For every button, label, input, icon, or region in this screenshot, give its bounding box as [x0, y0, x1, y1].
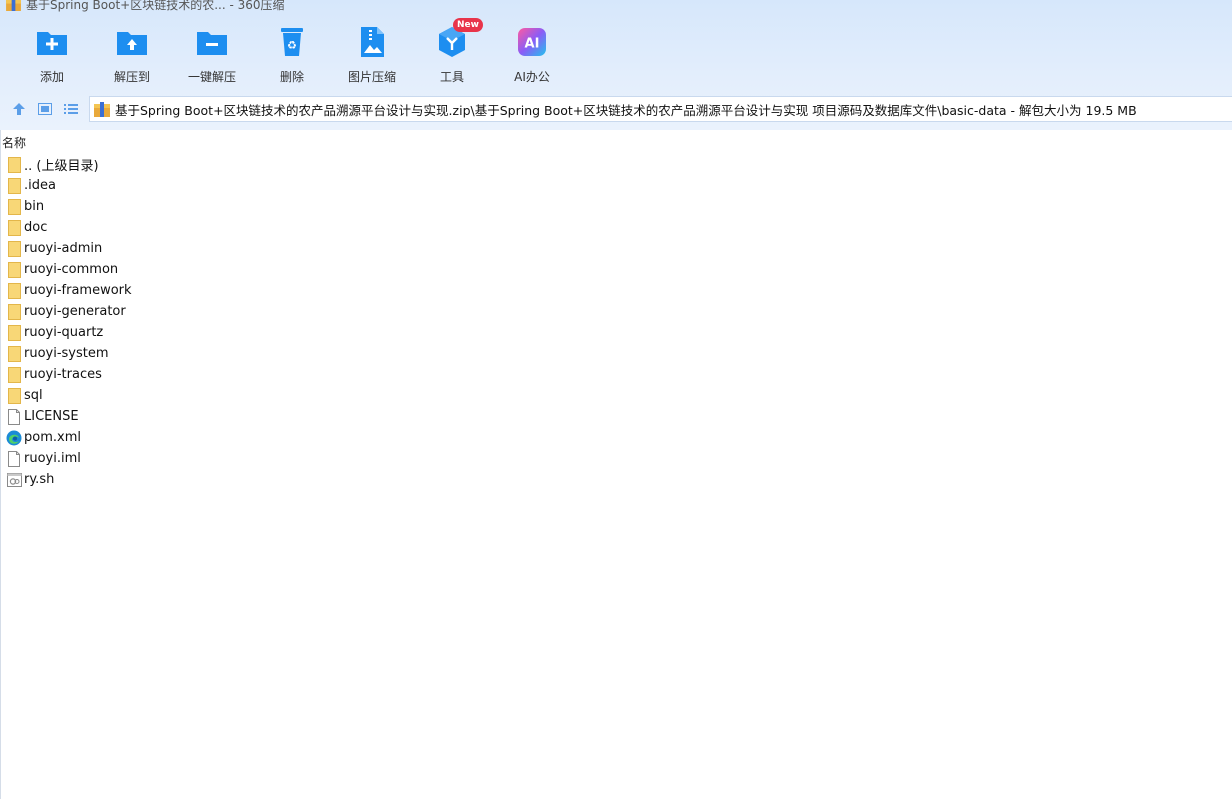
- list-item[interactable]: sql: [1, 385, 132, 406]
- list-item[interactable]: ry.sh: [1, 469, 132, 490]
- image-compress-button[interactable]: 图片压缩: [332, 24, 412, 85]
- folder-icon: [6, 366, 22, 383]
- address-path: 基于Spring Boot+区块链技术的农产品溯源平台设计与实现.zip\基于S…: [115, 102, 1137, 118]
- address-bar[interactable]: 基于Spring Boot+区块链技术的农产品溯源平台设计与实现.zip\基于S…: [89, 96, 1232, 122]
- ai-icon-text: AI: [525, 37, 540, 52]
- folder-icon: [6, 387, 22, 404]
- file-name: ry.sh: [24, 472, 55, 487]
- list-item[interactable]: ruoyi-generator: [1, 301, 132, 322]
- extract-to-icon: [114, 24, 150, 60]
- list-item[interactable]: ruoyi-admin: [1, 238, 132, 259]
- file-name: doc: [24, 220, 48, 235]
- toolbar: 添加 解压到 一键解压 ♻ 删除 图片压缩 New 工具 AI AI办公: [12, 18, 572, 85]
- list-view-button[interactable]: [60, 98, 82, 120]
- file-name: ruoyi-system: [24, 346, 109, 361]
- file-name: ruoyi-admin: [24, 241, 103, 256]
- tools-icon: New: [434, 18, 483, 60]
- list-item[interactable]: .idea: [1, 175, 132, 196]
- arrow-up-icon: [13, 103, 25, 115]
- file-name: bin: [24, 199, 45, 214]
- file-name: .idea: [24, 178, 56, 193]
- ai-office-button[interactable]: AI AI办公: [492, 24, 572, 85]
- title-bar: 基于Spring Boot+区块链技术的农... - 360压缩: [6, 0, 285, 13]
- file-name: ruoyi-quartz: [24, 325, 104, 340]
- folder-icon: [6, 156, 22, 173]
- svg-text:♻: ♻: [287, 39, 297, 52]
- folder-icon: [6, 261, 22, 278]
- one-click-extract-icon: [194, 24, 230, 60]
- file-name: ruoyi-traces: [24, 367, 102, 382]
- list-item[interactable]: bin: [1, 196, 132, 217]
- list-view-icon: [64, 104, 78, 114]
- list-item[interactable]: ruoyi-traces: [1, 364, 132, 385]
- add-button-label: 添加: [39, 70, 64, 84]
- list-item[interactable]: ruoyi.iml: [1, 448, 132, 469]
- window-title: 基于Spring Boot+区块链技术的农... - 360压缩: [26, 0, 285, 12]
- add-button[interactable]: 添加: [12, 24, 92, 85]
- file-name: LICENSE: [24, 409, 79, 424]
- file-name: ruoyi-generator: [24, 304, 126, 319]
- archive-icon: [94, 101, 110, 117]
- list-item[interactable]: doc: [1, 217, 132, 238]
- list-item[interactable]: ruoyi-quartz: [1, 322, 132, 343]
- file-name: sql: [24, 388, 43, 403]
- one-click-extract-button[interactable]: 一键解压: [172, 24, 252, 85]
- delete-button[interactable]: ♻ 删除: [252, 24, 332, 85]
- list-item[interactable]: ruoyi-framework: [1, 280, 132, 301]
- folder-icon: [6, 324, 22, 341]
- ai-office-label: AI办公: [514, 70, 550, 84]
- app-icon: [6, 0, 21, 11]
- edge-browser-icon: [6, 430, 22, 446]
- folder-icon: [6, 177, 22, 194]
- file-icon: [6, 408, 22, 425]
- ai-office-icon: AI: [514, 24, 550, 60]
- file-name: .. (上级目录): [24, 159, 99, 174]
- list-item[interactable]: ruoyi-system: [1, 343, 132, 364]
- file-icon: [6, 450, 22, 467]
- file-name: ruoyi-common: [24, 262, 119, 277]
- folder-icon: [6, 219, 22, 236]
- column-header-name[interactable]: 名称: [2, 134, 26, 151]
- up-level-button[interactable]: [8, 98, 30, 120]
- folder-icon: [6, 282, 22, 299]
- thumbnail-view-icon: [38, 103, 52, 115]
- script-file-icon: [6, 472, 22, 488]
- tools-button[interactable]: New 工具: [412, 18, 492, 85]
- extract-to-button[interactable]: 解压到: [92, 24, 172, 85]
- folder-icon: [6, 240, 22, 257]
- file-list: .. (上级目录) .idea bin doc ruoyi-admin ruoyi-com…: [1, 154, 132, 490]
- new-badge: New: [453, 18, 483, 32]
- file-name: ruoyi-framework: [24, 283, 132, 298]
- one-click-extract-label: 一键解压: [187, 70, 236, 84]
- file-name: ruoyi.iml: [24, 451, 81, 466]
- list-item[interactable]: ruoyi-common: [1, 259, 132, 280]
- add-folder-icon: [34, 24, 70, 60]
- thumbnail-view-button[interactable]: [34, 98, 56, 120]
- file-name: pom.xml: [24, 430, 81, 445]
- extract-to-label: 解压到: [113, 70, 150, 84]
- folder-icon: [6, 198, 22, 215]
- top-panel: 基于Spring Boot+区块链技术的农... - 360压缩 添加 解压到: [0, 0, 1232, 130]
- delete-icon: ♻: [274, 24, 310, 60]
- list-item[interactable]: LICENSE: [1, 406, 132, 427]
- list-item[interactable]: .. (上级目录): [1, 154, 132, 175]
- folder-icon: [6, 303, 22, 320]
- delete-label: 删除: [279, 70, 304, 84]
- tools-label: 工具: [439, 70, 464, 84]
- folder-icon: [6, 345, 22, 362]
- image-compress-label: 图片压缩: [347, 70, 396, 84]
- image-compress-icon: [354, 24, 390, 60]
- file-list-panel: 名称 .. (上级目录) .idea bin doc ruoyi-admin ruoyi-…: [0, 130, 1232, 799]
- list-item[interactable]: pom.xml: [1, 427, 132, 448]
